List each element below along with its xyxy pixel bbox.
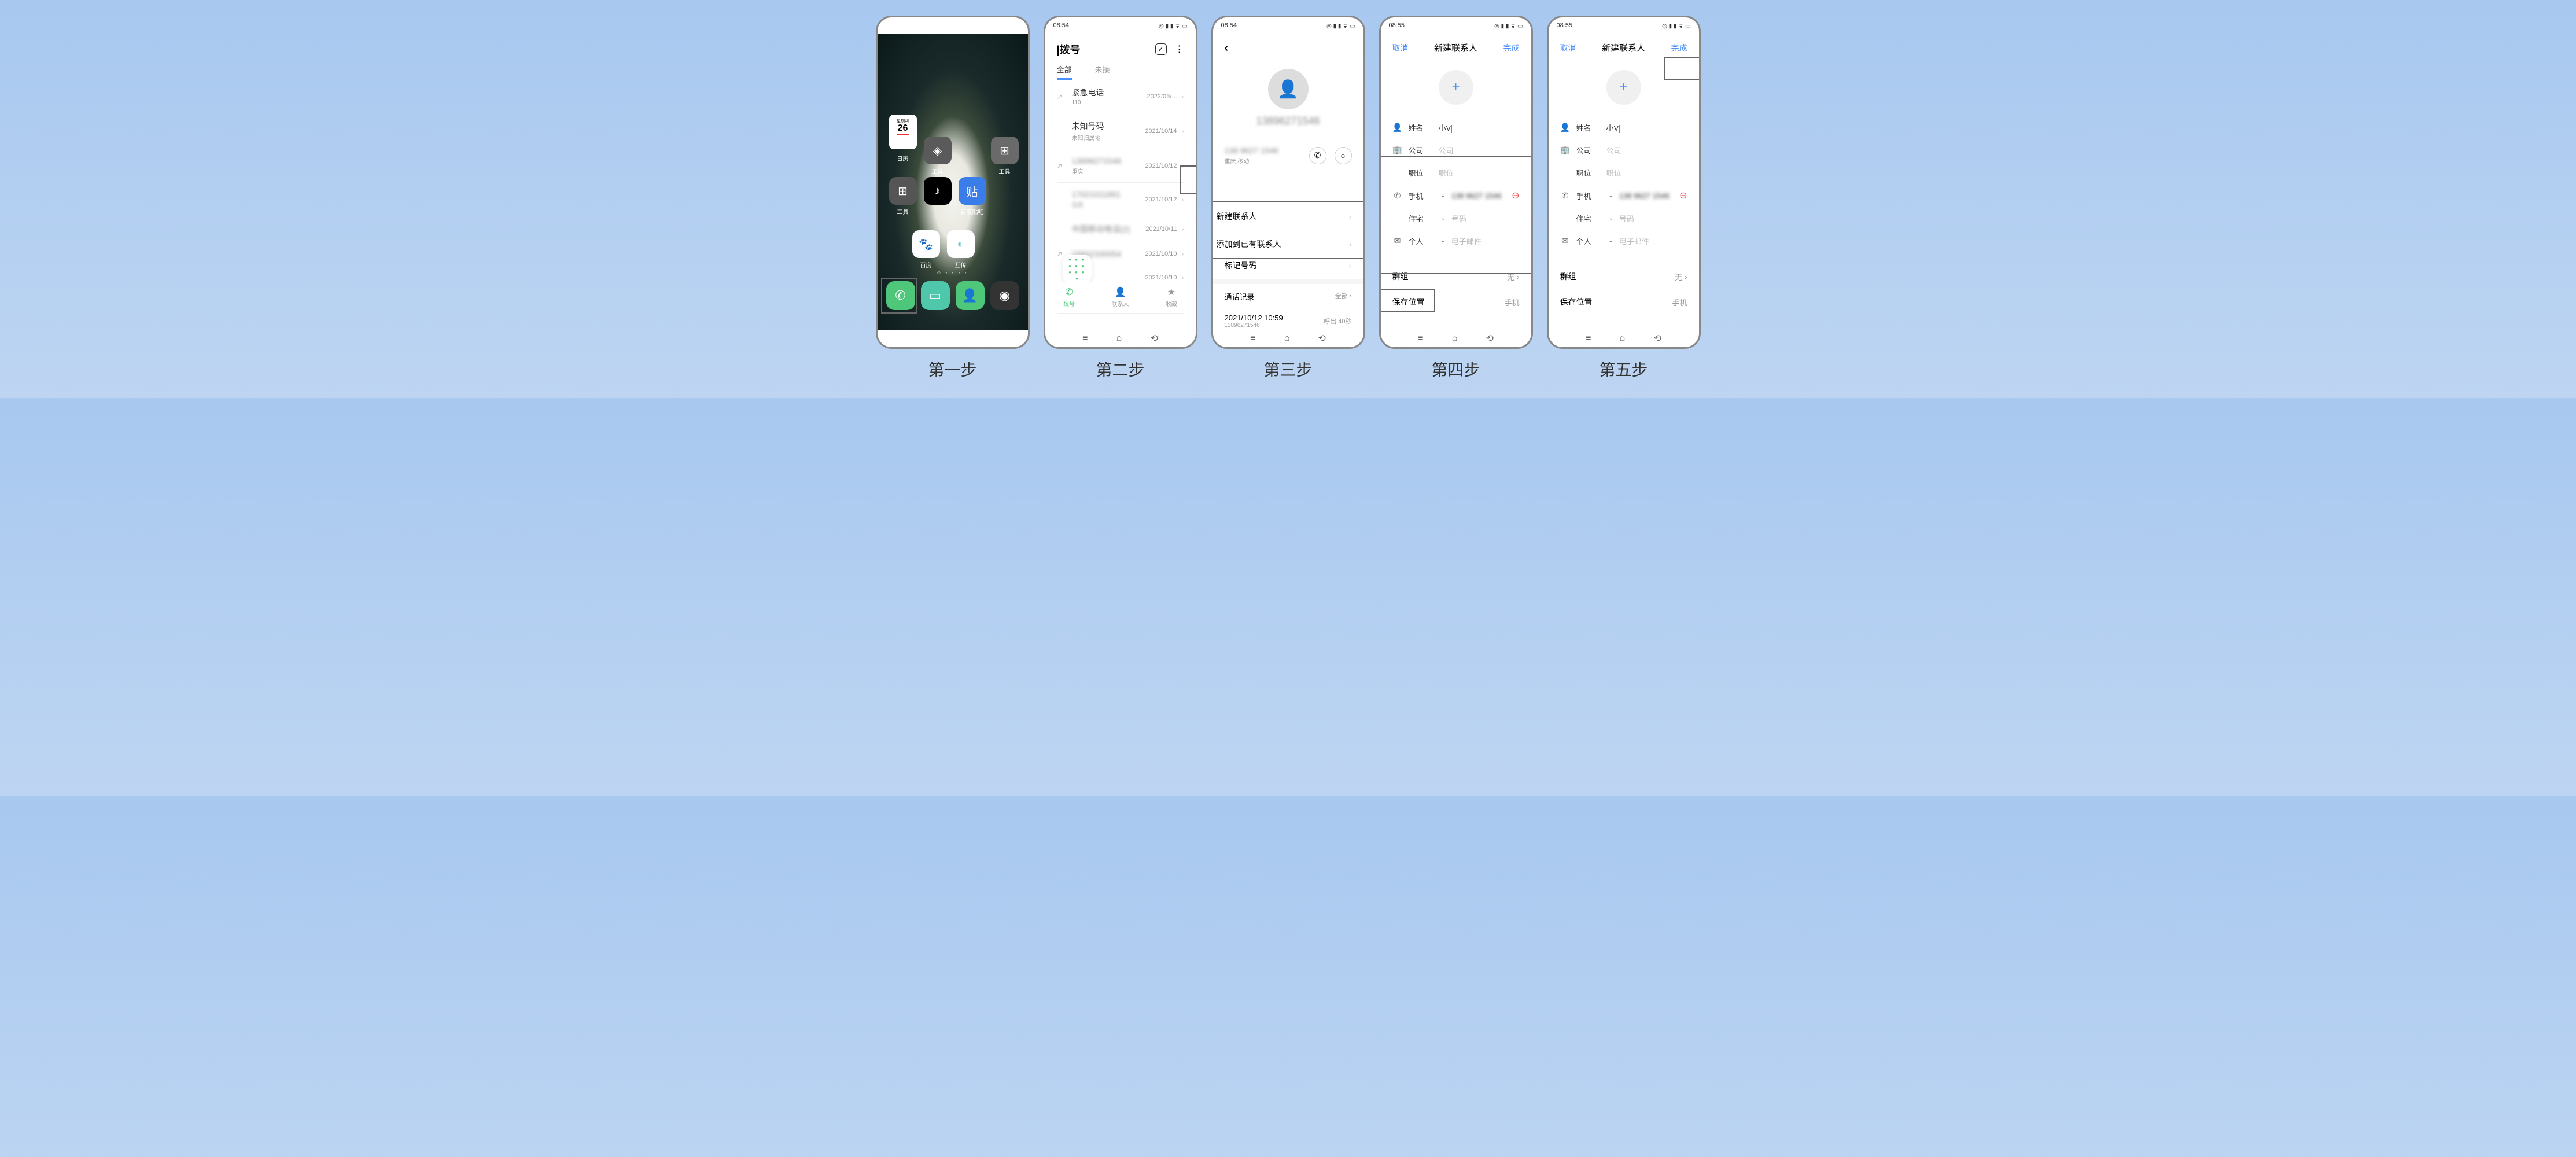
home-screen: 08:53 ◎ ▮ ▮ ᯤ ▭ 星期四 26 日历 ◈ 工具 ⊞ 工具 ⊞ 工具 [878,17,1028,347]
avatar: 👤 [1268,69,1309,109]
status-bar: 08:55 ◎ ▮ ▮ ᯤ ▭ [1549,17,1699,34]
app-icon[interactable]: ⊞ 工具 [889,177,917,216]
dialpad-button[interactable]: ● ● ● ● ● ● ● ● ● ● [1063,255,1092,283]
call-button[interactable]: ✆ [1309,147,1326,164]
building-icon: 🏢 [1392,145,1403,155]
menu-add-existing[interactable]: 添加到已有联系人› [1213,230,1363,258]
call-item[interactable]: ↗ 13896271546重庆 2021/10/12› [1057,149,1184,183]
page-title: 新建联系人 [1602,42,1645,54]
group-row[interactable]: 群组 无 › [1381,264,1531,289]
history-filter[interactable]: 全部 › [1335,291,1352,302]
call-item[interactable]: ↗ 紧急电话110 2022/03/...› [1057,80,1184,113]
done-button[interactable]: 完成 [1671,42,1687,54]
position-field[interactable]: 职位 职位 [1549,161,1699,184]
mail-icon: ✉ [1392,236,1403,246]
phone-icon: ✆ [1392,191,1403,201]
system-nav: ≡⌂⟲ [1549,330,1699,347]
baidu-tieba-icon[interactable]: 贴 百度贴吧 [959,177,986,216]
calendar-widget[interactable]: 星期四 26 [889,115,917,149]
delete-icon[interactable]: ⊖ [1679,190,1687,201]
back-icon[interactable]: ⟲ [982,333,990,344]
add-photo-button[interactable]: + [1606,70,1641,105]
name-field[interactable]: 👤 姓名 小V [1549,116,1699,139]
system-nav: ≡⌂⟲ [1045,330,1196,347]
status-time: 08:53 [886,22,902,29]
phone-field[interactable]: ✆ 手机 ⌄ 138 9627 1546 ⊖ [1549,184,1699,207]
menu-new-contact[interactable]: 新建联系人› [1213,202,1363,230]
new-contact-screen: 08:55 ◎ ▮ ▮ ᯤ ▭ 取消 新建联系人 完成 + 👤 姓名 小V 🏢 … [1381,17,1531,347]
status-bar: 08:53 ◎ ▮ ▮ ᯤ ▭ [878,17,1028,34]
home-field[interactable]: 住宅 ⌄ 号码 [1381,207,1531,230]
page-title: 新建联系人 [1434,42,1477,54]
tab-contacts[interactable]: 👤联系人 [1111,286,1129,308]
more-icon[interactable]: ⋮ [1175,43,1184,55]
baidu-icon[interactable]: 🐾 百度 [912,230,940,269]
status-icons: ◎ ▮ ▮ ᯤ ▭ [991,21,1019,30]
cancel-button[interactable]: 取消 [1560,42,1576,54]
app-icon[interactable]: ⊞ 工具 [991,137,1019,175]
call-item[interactable]: 中国移动电话(2) 2021/10/11› [1057,216,1184,242]
contact-detail-screen: 08:54 ◎ ▮ ▮ ᯤ ▭ ‹ 👤 13896271546 138 9627… [1213,17,1363,347]
dialer-title: |拨号 [1057,42,1081,57]
menu-icon[interactable]: ≡ [915,333,920,344]
chevron-right-icon[interactable]: › [1182,93,1184,101]
position-field[interactable]: 职位 职位 [1381,161,1531,184]
contacts-icon[interactable]: 👤 [956,281,985,310]
name-field[interactable]: 👤 姓名 小V [1381,116,1531,139]
status-bar: 08:54 ◎ ▮ ▮ ᯤ ▭ [1213,17,1363,34]
history-title: 通话记录 [1225,291,1255,302]
phone-app-icon[interactable]: ✆ [886,281,915,310]
chevron-down-icon[interactable]: ⌄ [1441,193,1446,199]
outgoing-icon: ↗ [1057,93,1066,101]
tab-favorites[interactable]: ★收藏 [1166,286,1177,308]
check-icon[interactable]: ✓ [1155,43,1167,55]
back-icon[interactable]: ‹ [1225,42,1229,54]
home-icon[interactable]: ⌂ [949,333,955,344]
tab-all[interactable]: 全部 [1057,64,1072,80]
call-item[interactable]: 17021011891北京 2021/10/12› [1057,183,1184,216]
tiktok-icon[interactable]: ♪ [924,177,952,205]
status-bar: 08:54 ◎ ▮ ▮ ᯤ ▭ [1045,17,1196,34]
add-photo-button[interactable]: + [1439,70,1473,105]
camera-icon[interactable]: ◉ [990,281,1019,310]
call-item[interactable]: 未知号码未知归属地 2021/10/14› [1057,113,1184,149]
pager-dots: ⊙ • • • • [878,270,1028,275]
huya-icon[interactable]: ◐ 互传 [947,230,975,269]
company-field[interactable]: 🏢 公司 公司 [1381,139,1531,161]
dialer-screen: 08:54 ◎ ▮ ▮ ᯤ ▭ |拨号 ✓ ⋮ 全部 未接 ↗ 紧急电话110 … [1045,17,1196,347]
system-nav: ≡ ⌂ ⟲ [878,330,1028,347]
tab-dialer[interactable]: ✆拨号 [1063,286,1075,308]
tab-missed[interactable]: 未接 [1095,64,1110,80]
dock: ✆ ▭ 👤 ◉ [878,281,1028,310]
save-location-row[interactable]: 保存位置 手机 [1549,289,1699,315]
group-row[interactable]: 群组 无 › [1549,264,1699,289]
new-contact-screen: 08:55 ◎ ▮ ▮ ᯤ ▭ 取消 新建联系人 完成 + 👤 姓名 小V 🏢 … [1549,17,1699,347]
email-field[interactable]: ✉ 个人 ⌄ 电子邮件 [1381,230,1531,252]
message-button[interactable]: ○ [1335,147,1352,164]
system-nav: ≡⌂⟲ [1213,330,1363,347]
done-button[interactable]: 完成 [1503,42,1519,54]
status-bar: 08:55 ◎ ▮ ▮ ᯤ ▭ [1381,17,1531,34]
phone-field[interactable]: ✆ 手机 ⌄ 138 9627 1546 ⊖ [1381,184,1531,207]
email-field[interactable]: ✉ 个人 ⌄ 电子邮件 [1549,230,1699,252]
home-field[interactable]: 住宅 ⌄ 号码 [1549,207,1699,230]
cancel-button[interactable]: 取消 [1392,42,1409,54]
bottom-tabs: ✆拨号 👤联系人 ★收藏 [1045,282,1196,312]
delete-icon[interactable]: ⊖ [1512,190,1519,201]
person-icon: 👤 [1392,123,1403,132]
system-nav: ≡⌂⟲ [1381,330,1531,347]
call-log-item[interactable]: 2021/10/12 10:59 13896271546 呼出 40秒 [1213,309,1363,330]
app-icon[interactable]: ◈ 工具 [924,137,952,175]
save-location-row[interactable]: 保存位置 手机 [1381,289,1531,315]
wallpaper: 星期四 26 日历 ◈ 工具 ⊞ 工具 ⊞ 工具 ♪ 贴 百度贴吧 [878,34,1028,330]
step-label: 第一步 [928,358,976,381]
messages-icon[interactable]: ▭ [921,281,950,310]
contact-number: 13896271546 [1213,115,1363,127]
company-field[interactable]: 🏢 公司 公司 [1549,139,1699,161]
